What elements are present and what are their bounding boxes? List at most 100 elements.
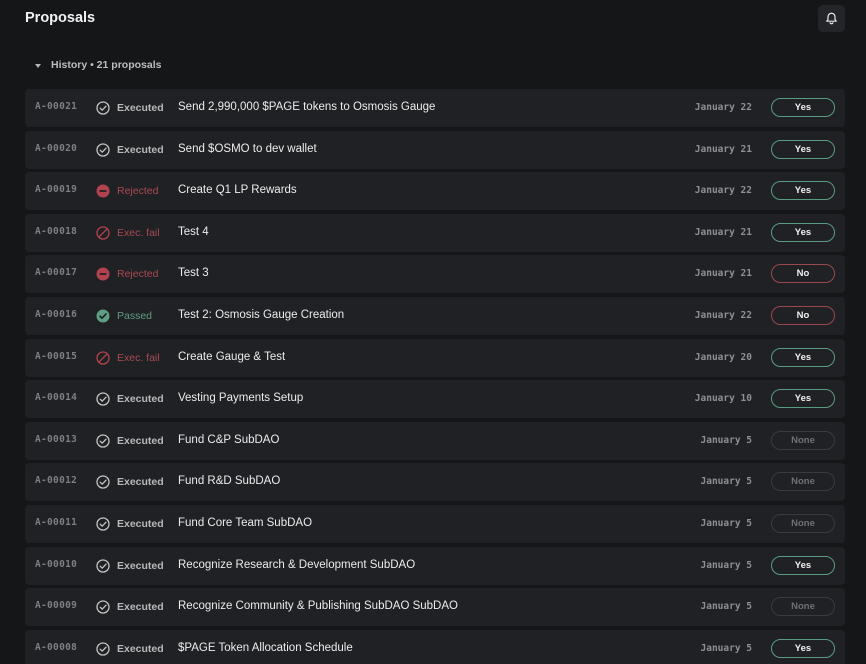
check-circle-icon (96, 475, 110, 489)
proposal-date: January 21 (694, 226, 752, 238)
proposal-row[interactable]: A-00014 Executed Vesting Payments Setup Jan… (25, 380, 845, 419)
status-badge: Exec. fail (96, 350, 160, 365)
proposal-row[interactable]: A-00009 Executed Recognize Community & Pub… (25, 588, 845, 627)
notifications-button[interactable] (818, 5, 845, 32)
proposal-id: A-00010 (35, 558, 78, 570)
status-badge: Executed (96, 392, 164, 406)
status-badge: Rejected (96, 184, 158, 198)
proposal-date: January 21 (694, 143, 752, 155)
vote-badge: Yes (771, 347, 835, 367)
minus-circle-icon (96, 184, 110, 198)
slash-circle-icon (96, 226, 110, 240)
proposal-id: A-00019 (35, 184, 78, 196)
proposal-date: January 22 (694, 309, 752, 321)
proposal-row[interactable]: A-00013 Executed Fund C&P SubDAO January 5 N… (25, 421, 845, 460)
vote-badge: No (771, 264, 835, 284)
vote-badge: None (771, 513, 835, 533)
proposal-title: Recognize Community & Publishing SubDAO … (178, 600, 458, 613)
status-badge: Executed (96, 101, 164, 115)
slash-circle-icon (96, 350, 110, 365)
status-badge: Executed (96, 642, 164, 656)
history-toggle[interactable]: History • 21 proposals (35, 57, 161, 73)
proposal-row[interactable]: A-00011 Executed Fund Core Team SubDAO Janu… (25, 504, 845, 543)
status-label: Executed (117, 143, 164, 156)
history-label: History • 21 proposals (51, 59, 162, 71)
check-circle-icon (96, 392, 110, 406)
status-badge: Passed (96, 309, 152, 323)
status-badge: Executed (96, 517, 164, 531)
proposal-title: Vesting Payments Setup (178, 392, 304, 405)
proposal-id: A-00011 (35, 516, 78, 528)
proposal-title: Send $OSMO to dev wallet (178, 142, 317, 155)
proposal-date: January 5 (700, 601, 752, 613)
proposal-title: Send 2,990,000 $PAGE tokens to Osmosis G… (178, 101, 436, 113)
status-label: Executed (117, 393, 164, 406)
proposal-title: Create Gauge & Test (178, 350, 286, 363)
check-circle-icon (96, 142, 110, 157)
proposal-date: January 5 (700, 642, 752, 654)
vote-badge: Yes (771, 222, 835, 242)
vote-badge: Yes (771, 139, 835, 159)
vote-badge: None (771, 430, 835, 450)
proposal-title: Test 4 (178, 225, 209, 238)
status-badge: Exec. fail (96, 226, 160, 240)
check-circle-icon (96, 558, 110, 573)
status-label: Exec. fail (117, 351, 160, 364)
status-badge: Rejected (96, 267, 158, 281)
proposal-id: A-00016 (35, 308, 78, 320)
vote-badge: Yes (771, 638, 835, 658)
vote-badge: Yes (771, 389, 835, 409)
proposal-row[interactable]: A-00010 Executed Recognize Research & Deve… (25, 546, 845, 585)
minus-circle-icon (96, 267, 110, 281)
proposal-id: A-00013 (35, 433, 78, 445)
vote-badge: Yes (771, 98, 835, 117)
status-badge: Executed (96, 475, 164, 489)
status-label: Executed (117, 434, 164, 447)
proposal-row[interactable]: A-00017 Rejected Test 3 January 21 No (25, 255, 845, 294)
vote-badge: None (771, 597, 835, 617)
proposal-title: Test 3 (178, 267, 209, 280)
caret-down-icon (35, 63, 41, 68)
status-label: Exec. fail (117, 226, 160, 239)
proposal-date: January 5 (700, 559, 752, 571)
status-label: Executed (117, 517, 164, 530)
status-badge: Executed (96, 558, 164, 573)
check-circle-icon (96, 642, 110, 656)
check-circle-icon (96, 517, 110, 531)
proposal-row[interactable]: A-00012 Executed Fund R&D SubDAO January 5 N… (25, 463, 845, 502)
proposal-date: January 5 (700, 434, 752, 446)
proposal-row[interactable]: A-00016 Passed Test 2: Osmosis Gauge Creat… (25, 296, 845, 335)
proposal-id: A-00012 (35, 475, 78, 487)
status-label: Executed (117, 642, 164, 655)
proposal-row[interactable]: A-00008 Executed $PAGE Token Allocation Sc… (25, 629, 845, 664)
vote-badge: Yes (771, 555, 835, 575)
proposal-title: $PAGE Token Allocation Schedule (178, 641, 353, 654)
proposal-title: Fund R&D SubDAO (178, 475, 281, 488)
proposal-id: A-00015 (35, 350, 78, 362)
proposal-date: January 20 (694, 351, 752, 363)
proposal-title: Test 2: Osmosis Gauge Creation (178, 308, 345, 321)
proposal-date: January 5 (700, 476, 752, 488)
proposal-row[interactable]: A-00019 Rejected Create Q1 LP Rewards Janua… (25, 172, 845, 211)
proposal-date: January 22 (694, 102, 752, 113)
status-label: Rejected (117, 268, 159, 281)
proposal-row[interactable]: A-00020 Executed Send $OSMO to dev wallet J… (25, 130, 845, 169)
proposal-title: Recognize Research & Development SubDAO (178, 558, 416, 571)
bell-icon (826, 12, 837, 25)
status-label: Executed (117, 102, 164, 114)
status-label: Executed (117, 559, 164, 572)
proposal-title: Fund C&P SubDAO (178, 433, 280, 446)
proposals-page: Proposals History • 21 proposals A-00021… (0, 0, 866, 664)
proposal-title: Create Q1 LP Rewards (178, 184, 297, 197)
proposal-id: A-00014 (35, 392, 78, 404)
check-circle-icon (96, 101, 110, 115)
proposal-date: January 22 (694, 185, 752, 197)
proposal-id: A-00017 (35, 267, 78, 279)
vote-badge: Yes (771, 181, 835, 201)
proposal-row[interactable]: A-00018 Exec. fail Test 4 January 21 Yes (25, 213, 845, 252)
status-label: Executed (117, 601, 164, 614)
proposal-row[interactable]: A-00021 Executed Send 2,990,000 $PAGE toke… (25, 89, 845, 127)
proposal-row[interactable]: A-00015 Exec. fail Create Gauge & Test Janu… (25, 338, 845, 377)
proposal-title: Fund Core Team SubDAO (178, 516, 313, 529)
status-label: Passed (117, 309, 153, 322)
